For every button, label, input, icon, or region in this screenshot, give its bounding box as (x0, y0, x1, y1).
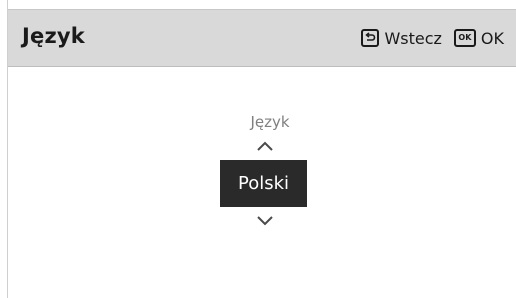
ok-key-icon: OK (453, 29, 476, 47)
language-value[interactable]: Polski (220, 160, 307, 207)
back-return-icon (361, 29, 380, 47)
header-bar: Język Wstecz OK OK (8, 9, 516, 67)
ok-label: OK (480, 28, 504, 48)
chevron-up-icon[interactable] (256, 137, 274, 151)
language-field-label: Język (250, 113, 290, 131)
page-title: Język (22, 24, 85, 48)
header-controls: Wstecz OK OK (361, 27, 504, 49)
back-button[interactable]: Wstecz (361, 28, 442, 48)
back-label: Wstecz (384, 28, 442, 48)
chevron-down-icon[interactable] (256, 212, 274, 226)
language-screen: Język Wstecz OK OK Język Polski (0, 0, 516, 298)
left-border (0, 0, 8, 298)
ok-button[interactable]: OK OK (453, 28, 504, 48)
